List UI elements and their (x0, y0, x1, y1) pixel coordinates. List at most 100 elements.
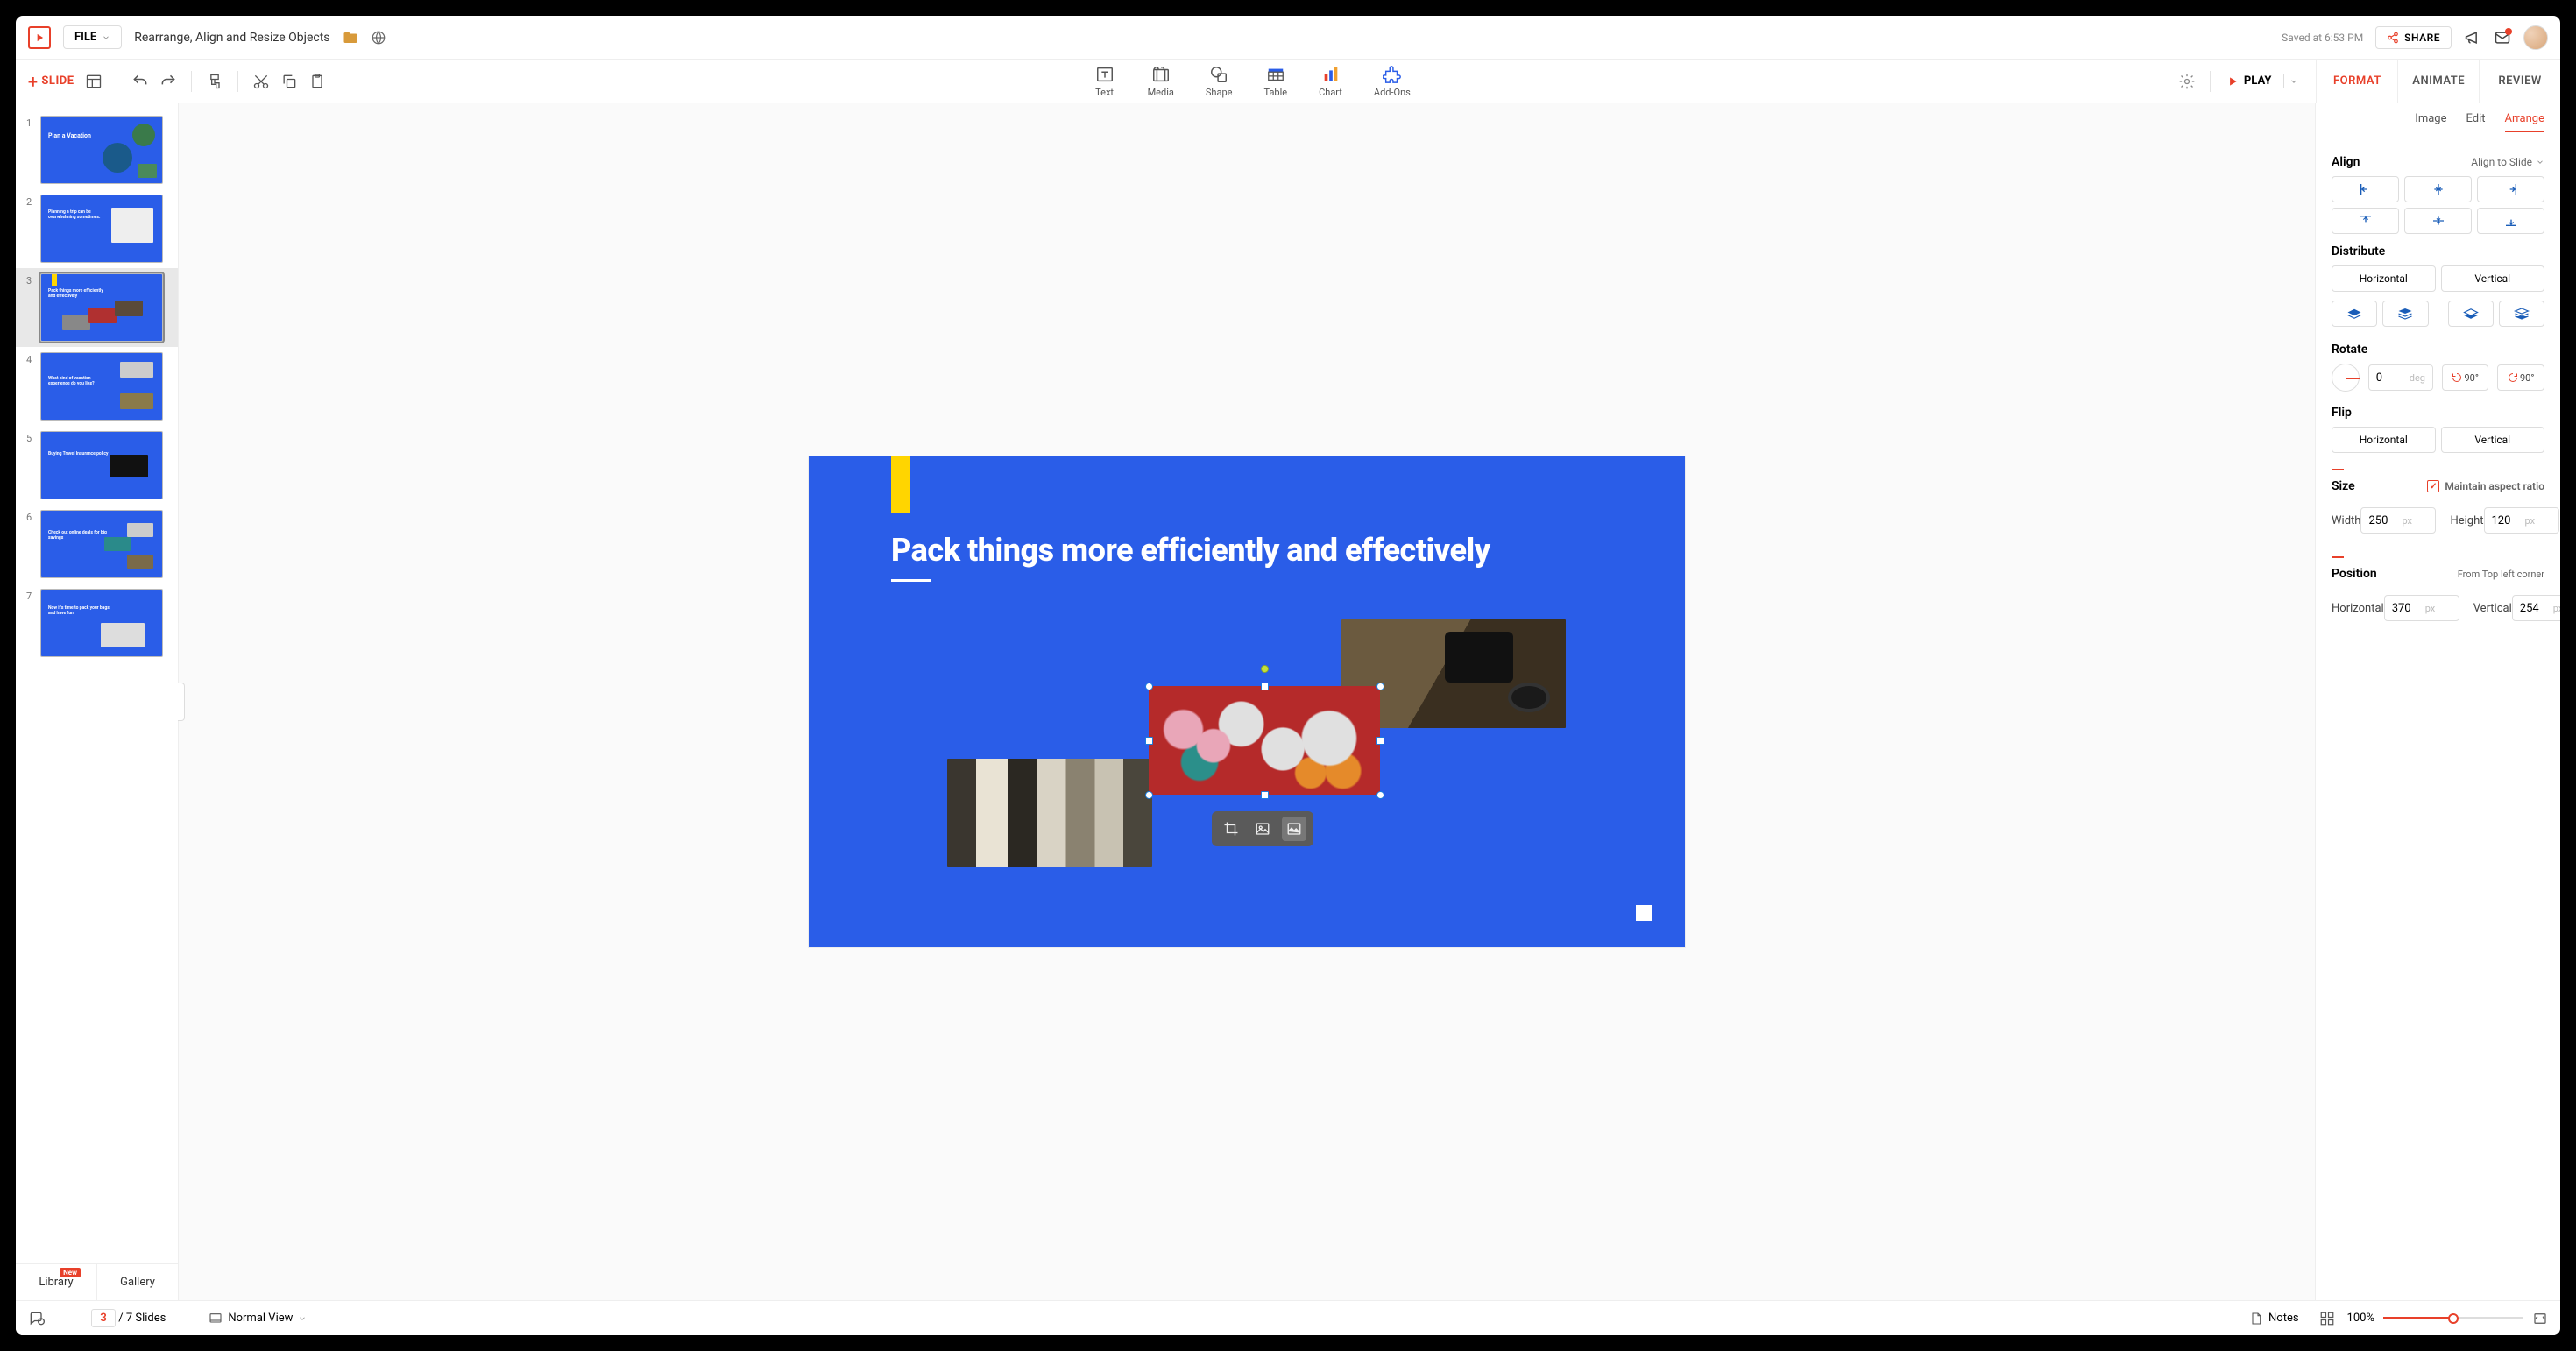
rotate-input[interactable]: deg (2368, 364, 2433, 391)
slide-thumb-4[interactable]: 4 What kind of vacation experience do yo… (16, 347, 178, 426)
insert-chart[interactable]: Chart (1319, 65, 1342, 98)
folder-icon[interactable] (343, 30, 358, 46)
layout-icon[interactable] (85, 73, 103, 90)
redo-icon[interactable] (159, 73, 177, 90)
undo-icon[interactable] (131, 73, 149, 90)
notes-icon (2249, 1312, 2263, 1326)
format-painter-icon[interactable] (206, 73, 223, 90)
insert-addons[interactable]: Add-Ons (1374, 65, 1411, 98)
fit-screen-icon[interactable] (2532, 1311, 2548, 1326)
bring-forward[interactable] (2332, 301, 2377, 327)
zoom-slider[interactable] (2383, 1317, 2523, 1319)
crop-button[interactable] (1219, 817, 1243, 841)
align-left[interactable] (2332, 176, 2399, 202)
tab-library[interactable]: Library New (16, 1264, 96, 1300)
slide-thumb-5[interactable]: 5 Buying Travel Insurance policy (16, 426, 178, 505)
subtab-arrange[interactable]: Arrange (2505, 112, 2544, 132)
file-menu-button[interactable]: FILE (63, 25, 122, 49)
fit-image-button[interactable] (1282, 817, 1306, 841)
paste-icon[interactable] (308, 73, 326, 90)
current-slide-input[interactable] (91, 1309, 116, 1327)
flip-horizontal[interactable]: Horizontal (2332, 427, 2436, 453)
comments-icon[interactable] (28, 1310, 46, 1327)
distribute-horizontal[interactable]: Horizontal (2332, 265, 2436, 292)
pos-h-input[interactable]: px (2384, 595, 2459, 621)
subtab-edit[interactable]: Edit (2466, 112, 2486, 132)
height-input[interactable]: px (2484, 507, 2559, 534)
align-center-h[interactable] (2404, 176, 2472, 202)
tab-animate[interactable]: ANIMATE (2397, 60, 2479, 103)
insert-text[interactable]: Text (1093, 65, 1116, 98)
rotate-handle[interactable] (1261, 665, 1269, 673)
align-center-v[interactable] (2404, 208, 2472, 234)
app-logo-icon[interactable] (28, 26, 51, 49)
settings-icon[interactable] (2178, 73, 2196, 90)
tab-review[interactable]: REVIEW (2479, 60, 2560, 103)
rotate-dial[interactable] (2332, 364, 2360, 392)
media-icon (1151, 65, 1171, 84)
rotate-ccw-icon (2452, 372, 2462, 383)
rotate-title: Rotate (2332, 343, 2367, 357)
distribute-vertical[interactable]: Vertical (2441, 265, 2545, 292)
resize-handle-n[interactable] (1261, 683, 1269, 690)
align-right[interactable] (2477, 176, 2544, 202)
insert-table[interactable]: Table (1263, 65, 1287, 98)
chevron-down-icon (102, 33, 110, 42)
tab-gallery[interactable]: Gallery (96, 1264, 178, 1300)
width-input[interactable]: px (2360, 507, 2436, 534)
insert-media[interactable]: Media (1148, 65, 1174, 98)
resize-handle-se[interactable] (1376, 791, 1384, 799)
resize-handle-s[interactable] (1261, 791, 1269, 799)
image-clothes[interactable] (947, 759, 1152, 867)
globe-icon[interactable] (371, 30, 386, 46)
zoom-control: 100% (2347, 1311, 2548, 1326)
notes-button[interactable]: Notes (2241, 1307, 2307, 1330)
user-avatar[interactable] (2523, 25, 2548, 50)
slide-thumb-7[interactable]: 7 Now it's time to pack your bags and ha… (16, 584, 178, 662)
resize-handle-nw[interactable] (1145, 683, 1153, 690)
play-button[interactable]: PLAY (2225, 71, 2273, 91)
image-pills-selected[interactable] (1149, 686, 1380, 795)
panel-collapse-handle[interactable] (178, 683, 185, 721)
document-title[interactable]: Rearrange, Align and Resize Objects (134, 31, 329, 45)
rotate-cw-90[interactable]: 90° (2497, 364, 2544, 391)
copy-icon[interactable] (280, 73, 298, 90)
slide-thumb-2[interactable]: 2 Planning a trip can be overwhelming so… (16, 189, 178, 268)
tab-format[interactable]: FORMAT (2317, 60, 2397, 103)
slide-thumb-1[interactable]: 1 Plan a Vacation (16, 110, 178, 189)
megaphone-icon[interactable] (2464, 29, 2481, 46)
flip-vertical[interactable]: Vertical (2441, 427, 2545, 453)
distribute-title: Distribute (2332, 244, 2385, 258)
cut-icon[interactable] (252, 73, 270, 90)
grid-view-icon[interactable] (2319, 1311, 2335, 1326)
slide-counter: / 7 Slides (91, 1309, 166, 1327)
rotate-ccw-90[interactable]: 90° (2442, 364, 2489, 391)
maintain-aspect-checkbox[interactable]: ✓ Maintain aspect ratio (2427, 480, 2544, 492)
position-title: Position (2332, 567, 2377, 581)
view-mode-dropdown[interactable]: Normal View (201, 1307, 315, 1330)
share-button[interactable]: SHARE (2375, 26, 2452, 49)
bring-to-front[interactable] (2382, 301, 2428, 327)
resize-handle-w[interactable] (1145, 737, 1153, 745)
mail-icon[interactable] (2494, 29, 2511, 46)
slide-canvas[interactable]: Pack things more efficiently and effecti… (809, 456, 1685, 947)
align-scope-dropdown[interactable]: Align to Slide (2471, 156, 2544, 168)
insert-shape[interactable]: Shape (1206, 65, 1233, 98)
slide-title[interactable]: Pack things more efficiently and effecti… (891, 532, 1490, 569)
slide-thumb-3[interactable]: 3 Pack things more efficiently and effec… (16, 268, 178, 347)
send-to-back[interactable] (2499, 301, 2544, 327)
replace-image-button[interactable] (1250, 817, 1275, 841)
send-backward[interactable] (2448, 301, 2494, 327)
resize-handle-ne[interactable] (1376, 683, 1384, 690)
pos-v-input[interactable]: px (2512, 595, 2560, 621)
subtab-image[interactable]: Image (2415, 112, 2446, 132)
align-top[interactable] (2332, 208, 2399, 234)
thumbnail-panel: 1 Plan a Vacation 2 Planning a trip can … (16, 103, 179, 1300)
resize-handle-sw[interactable] (1145, 791, 1153, 799)
slide-thumb-6[interactable]: 6 Check out online deals for big savings (16, 505, 178, 584)
add-slide-button[interactable]: + SLIDE (28, 73, 74, 90)
resize-handle-e[interactable] (1376, 737, 1384, 745)
play-dropdown[interactable] (2283, 74, 2304, 88)
shape-icon (1209, 65, 1228, 84)
align-bottom[interactable] (2477, 208, 2544, 234)
